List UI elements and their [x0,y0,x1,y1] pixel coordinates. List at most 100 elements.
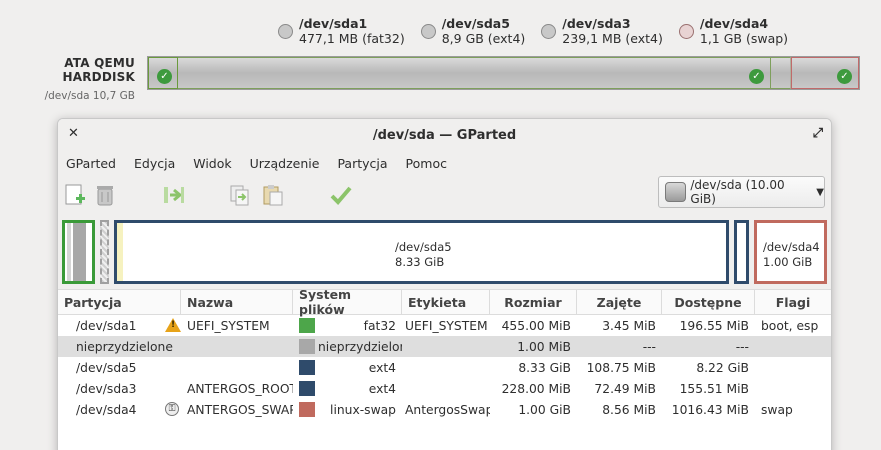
paste-icon[interactable] [258,180,288,210]
cell-used: 8.56 MiB [602,402,656,417]
new-partition-icon[interactable] [60,180,90,210]
legend-item-sda3: /dev/sda3 239,1 MB (ext4) [541,16,663,46]
col-partycja[interactable]: Partycja [58,290,181,314]
cell-size: 1.00 GiB [518,402,571,417]
gparted-window: ✕ /dev/sda — GParted ⤢ GParted Edycja Wi… [57,118,832,450]
legend-name: /dev/sda3 [562,16,631,31]
legend-name: /dev/sda5 [441,16,510,31]
fs-color-swatch [299,318,315,333]
col-etykieta[interactable]: Etykieta [402,290,490,314]
partition-block-size: 8.33 GiB [395,255,445,269]
col-flagi[interactable]: Flagi [755,290,831,314]
cell-free: 8.22 GiB [696,360,749,375]
fs-dot-icon [541,24,557,39]
partition-block-name: /dev/sda4 [763,240,820,254]
menu-edycja[interactable]: Edycja [134,156,175,171]
disk-path-size: /dev/sda 10,7 GB [44,90,135,102]
cell-used: 3.45 MiB [602,318,656,333]
partition-map: /dev/sda5 8.33 GiB /dev/sda4 1.00 GiB [58,214,831,289]
cell-label: UEFI_SYSTEM [405,318,488,333]
cell-size: 228.00 MiB [501,381,571,396]
swap-dot-icon [678,24,694,39]
legend-item-sda1: /dev/sda1 477,1 MB (fat32) [278,16,405,46]
cell-size: 8.33 GiB [518,360,571,375]
cell-used: 108.75 MiB [586,360,656,375]
close-icon[interactable]: ✕ [68,126,79,141]
cell-free: 155.51 MiB [679,381,749,396]
legend-item-sda4: /dev/sda4 1,1 GB (swap) [678,16,789,46]
copy-icon[interactable] [225,180,255,210]
disk-label: ATA QEMU HARDDISK /dev/sda 10,7 GB [6,56,135,102]
fs-dot-icon [420,24,436,39]
menu-gparted[interactable]: GParted [66,156,116,171]
cell-name: ANTERGOS_ROOT [187,381,293,396]
menu-widok[interactable]: Widok [193,156,231,171]
legend-detail: 477,1 MB (fat32) [299,31,405,46]
disk-segment-sda3[interactable] [771,57,791,89]
device-select-value: /dev/sda (10.00 GiB) [690,178,785,206]
menubar: GParted Edycja Widok Urządzenie Partycja… [58,151,831,175]
window-title: /dev/sda — GParted [372,127,517,143]
table-row[interactable]: /dev/sda1 UEFI_SYSTEM fat32 UEFI_SYSTEM … [58,315,831,336]
cell-partition: /dev/sda4 [76,402,137,417]
cell-partition: nieprzydzielone [76,339,173,354]
partition-block-size: 1.00 GiB [763,255,813,269]
col-dostepne[interactable]: Dostępne [662,290,755,314]
fs-color-swatch [299,402,315,417]
disk-segment-sda5[interactable]: ✓ [178,57,771,89]
disk-usage-bar[interactable]: ✓ ✓ ✓ [147,56,860,90]
table-row[interactable]: /dev/sda3 ANTERGOS_ROOT ext4 228.00 MiB … [58,378,831,399]
legend-detail: 239,1 MB (ext4) [562,31,663,46]
maximize-icon[interactable]: ⤢ [813,126,823,141]
partition-block-sda5[interactable]: /dev/sda5 8.33 GiB [114,220,729,284]
cell-flags: swap [761,402,793,417]
cell-fs: ext4 [368,360,396,375]
cell-fs: nieprzydzielone [318,339,402,354]
col-zajete[interactable]: Zajęte [577,290,662,314]
harddisk-icon [665,182,687,202]
col-rozmiar[interactable]: Rozmiar [490,290,577,314]
table-header: Partycja Nazwa System plików Etykieta Ro… [58,287,831,317]
cell-free: 196.55 MiB [679,318,749,333]
cell-name: UEFI_SYSTEM [187,318,270,333]
disk-segment-sda4[interactable]: ✓ [791,57,859,89]
legend-detail: 8,9 GB (ext4) [441,31,526,46]
partition-block-sda1[interactable] [62,220,95,284]
chevron-down-icon: ▼ [816,186,824,198]
menu-partycja[interactable]: Partycja [337,156,387,171]
partition-block-sda3[interactable] [734,220,749,284]
fs-dot-icon [278,24,293,39]
delete-partition-icon[interactable] [90,180,120,210]
menu-urzadzenie[interactable]: Urządzenie [250,156,320,171]
col-nazwa[interactable]: Nazwa [181,290,293,314]
check-icon: ✓ [157,69,172,84]
legend-detail: 1,1 GB (swap) [699,31,789,46]
device-select[interactable]: /dev/sda (10.00 GiB) ▼ [658,176,825,208]
key-icon: ⚿ [165,402,179,416]
table-row[interactable]: nieprzydzielone nieprzydzielone 1.00 MiB… [58,336,831,357]
cell-used: 72.49 MiB [594,381,656,396]
apply-icon[interactable] [326,180,356,210]
menu-pomoc[interactable]: Pomoc [406,156,447,171]
cell-size: 1.00 MiB [517,339,571,354]
partition-block-unallocated[interactable] [100,220,109,284]
cell-partition: /dev/sda1 [76,318,137,333]
cell-free: --- [735,339,749,354]
cell-flags: boot, esp [761,318,819,333]
partition-block-sda4[interactable]: /dev/sda4 1.00 GiB [754,220,827,284]
check-icon: ✓ [837,69,852,84]
legend-name: /dev/sda1 [299,16,368,31]
cell-name: ANTERGOS_SWAP [187,402,293,417]
cell-free: 1016.43 MiB [671,402,749,417]
cell-size: 455.00 MiB [501,318,571,333]
cell-fs: ext4 [368,381,396,396]
table-row[interactable]: /dev/sda5 ext4 8.33 GiB 108.75 MiB 8.22 … [58,357,831,378]
cell-used: --- [642,339,656,354]
table-row[interactable]: /dev/sda4 ⚿ ANTERGOS_SWAP linux-swap Ante… [58,399,831,420]
titlebar[interactable]: ✕ /dev/sda — GParted ⤢ [58,119,831,151]
disk-segment-sda1[interactable]: ✓ [148,57,178,89]
toolbar: /dev/sda (10.00 GiB) ▼ [58,175,831,214]
col-system-plikow[interactable]: System plików [293,287,402,317]
cell-fs: linux-swap [330,402,396,417]
resize-move-icon[interactable] [159,180,189,210]
